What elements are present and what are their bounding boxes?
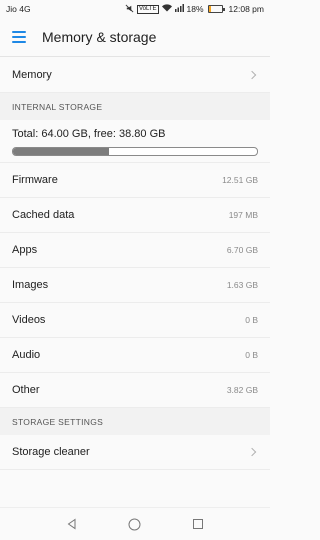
storage-item-value: 197 MB — [228, 210, 258, 220]
storage-item-images[interactable]: Images 1.63 GB — [0, 268, 270, 303]
home-icon[interactable] — [127, 516, 143, 532]
storage-item-label: Apps — [12, 244, 38, 256]
storage-total-block: Total: 64.00 GB, free: 38.80 GB — [0, 120, 270, 163]
storage-item-value: 0 B — [245, 315, 258, 325]
storage-item-value: 3.82 GB — [226, 385, 258, 395]
storage-item-value: 0 B — [245, 350, 258, 360]
recents-icon[interactable] — [190, 516, 206, 532]
storage-cleaner-row[interactable]: Storage cleaner — [0, 435, 270, 470]
storage-item-firmware[interactable]: Firmware 12.51 GB — [0, 163, 270, 198]
storage-item-label: Videos — [12, 314, 46, 326]
storage-item-label: Images — [12, 279, 49, 291]
storage-item-value: 6.70 GB — [226, 245, 258, 255]
storage-item-label: Firmware — [12, 174, 58, 186]
storage-item-value: 1.63 GB — [226, 280, 258, 290]
storage-settings-header: STORAGE SETTINGS — [0, 408, 270, 435]
wifi-icon — [161, 4, 172, 14]
chevron-right-icon — [247, 447, 257, 457]
storage-item-value: 12.51 GB — [222, 175, 258, 185]
toolbar: Memory & storage — [0, 18, 270, 56]
storage-item-videos[interactable]: Videos 0 B — [0, 303, 270, 338]
menu-icon[interactable] — [12, 31, 26, 43]
storage-item-label: Audio — [12, 349, 41, 361]
storage-total-text: Total: 64.00 GB, free: 38.80 GB — [12, 128, 166, 140]
storage-item-apps[interactable]: Apps 6.70 GB — [0, 233, 270, 268]
status-icons: VoLTE 18% 12:08 pm — [125, 4, 264, 15]
memory-label: Memory — [12, 68, 52, 81]
storage-item-other[interactable]: Other 3.82 GB — [0, 373, 270, 408]
mute-icon — [125, 4, 134, 15]
storage-item-audio[interactable]: Audio 0 B — [0, 338, 270, 373]
signal-icon — [174, 4, 184, 14]
page-title: Memory & storage — [42, 29, 157, 45]
storage-usage-fill — [13, 148, 110, 155]
storage-item-cached-data[interactable]: Cached data 197 MB — [0, 198, 270, 233]
storage-cleaner-label: Storage cleaner — [12, 446, 90, 458]
status-bar: Jio 4G VoLTE 18% 12:08 pm — [0, 0, 270, 18]
navigation-bar — [0, 507, 270, 540]
memory-row[interactable]: Memory — [0, 57, 270, 93]
battery-icon — [207, 5, 225, 13]
clock: 12:08 pm — [228, 4, 264, 14]
back-icon[interactable] — [64, 516, 80, 532]
chevron-right-icon — [247, 70, 257, 79]
carrier-label: Jio 4G — [6, 4, 31, 14]
internal-storage-header: INTERNAL STORAGE — [0, 93, 270, 120]
storage-item-list: Firmware 12.51 GB Cached data 197 MB App… — [0, 163, 270, 408]
battery-percent: 18% — [186, 4, 204, 14]
storage-usage-bar — [12, 147, 258, 156]
storage-item-label: Cached data — [12, 209, 75, 221]
storage-item-label: Other — [12, 384, 40, 396]
volte-icon: VoLTE — [136, 4, 159, 14]
